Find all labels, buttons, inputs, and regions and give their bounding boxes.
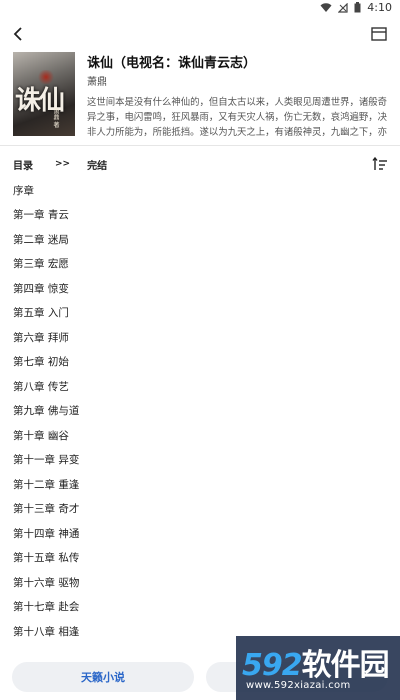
book-cover[interactable]: 诛仙 萧鼎 著: [13, 52, 75, 136]
chapter-item[interactable]: 第五章 入门: [0, 301, 400, 326]
sort-order-icon[interactable]: [372, 156, 388, 172]
chapter-item[interactable]: 第九章 佛与道: [0, 399, 400, 424]
watermark-logo: 592软件园: [242, 648, 390, 683]
status-icons: 4:10: [320, 1, 392, 14]
breadcrumb-catalog[interactable]: 目录: [13, 157, 33, 172]
book-description[interactable]: 这世间本是没有什么神仙的，但自太古以来，人类眼见周遭世界，诸般奇异之事，电闪雷鸣…: [87, 95, 390, 140]
signal-icon: [338, 2, 348, 13]
chapter-item[interactable]: 第十五章 私传: [0, 546, 400, 571]
chapter-item[interactable]: 第三章 宏愿: [0, 252, 400, 277]
breadcrumb-separator: >>: [55, 159, 71, 169]
divider: [0, 145, 400, 146]
chapter-item[interactable]: 第十六章 驱物: [0, 570, 400, 595]
book-header: 诛仙 萧鼎 著 诛仙（电视名：诛仙青云志） 萧鼎 这世间本是没有什么神仙的，但自…: [0, 50, 400, 142]
wifi-icon: [320, 2, 332, 12]
status-bar: 4:10: [0, 0, 400, 16]
book-title: 诛仙（电视名：诛仙青云志）: [87, 56, 257, 71]
chapter-item[interactable]: 序章: [0, 178, 400, 203]
back-arrow-icon: [13, 27, 22, 41]
breadcrumb: 目录 >> 完结: [13, 156, 107, 172]
reader-mode-icon[interactable]: [370, 25, 388, 43]
chapter-item[interactable]: 第十二章 重逢: [0, 472, 400, 497]
source-button[interactable]: 天籁小说: [12, 662, 194, 692]
chapter-item[interactable]: 第八章 传艺: [0, 374, 400, 399]
chapter-item[interactable]: 第四章 惊变: [0, 276, 400, 301]
cover-author: 萧鼎 著: [52, 108, 59, 128]
chapter-item[interactable]: 第一章 青云: [0, 203, 400, 228]
chapter-item[interactable]: 第六章 拜师: [0, 325, 400, 350]
chapter-list: 序章 第一章 青云 第二章 迷局 第三章 宏愿 第四章 惊变 第五章 入门 第六章 拜师 第七…: [0, 178, 400, 644]
watermark-url: www.592xiazai.com: [246, 680, 351, 691]
chapter-item[interactable]: 第二章 迷局: [0, 227, 400, 252]
battery-icon: [354, 2, 361, 13]
back-button[interactable]: [8, 24, 28, 44]
breadcrumb-status: 完结: [87, 160, 108, 172]
chapter-item[interactable]: 第十章 幽谷: [0, 423, 400, 448]
chapter-item[interactable]: 第十七章 赴会: [0, 595, 400, 620]
app-bar: [0, 22, 400, 48]
watermark: 592软件园 www.592xiazai.com: [236, 636, 400, 700]
status-time: 4:10: [367, 1, 392, 14]
book-author[interactable]: 萧鼎: [87, 73, 107, 88]
chapter-item[interactable]: 第十三章 奇才: [0, 497, 400, 522]
chapter-item[interactable]: 第十四章 神通: [0, 521, 400, 546]
chapter-item[interactable]: 第十一章 异变: [0, 448, 400, 473]
chapter-item[interactable]: 第七章 初始: [0, 350, 400, 375]
